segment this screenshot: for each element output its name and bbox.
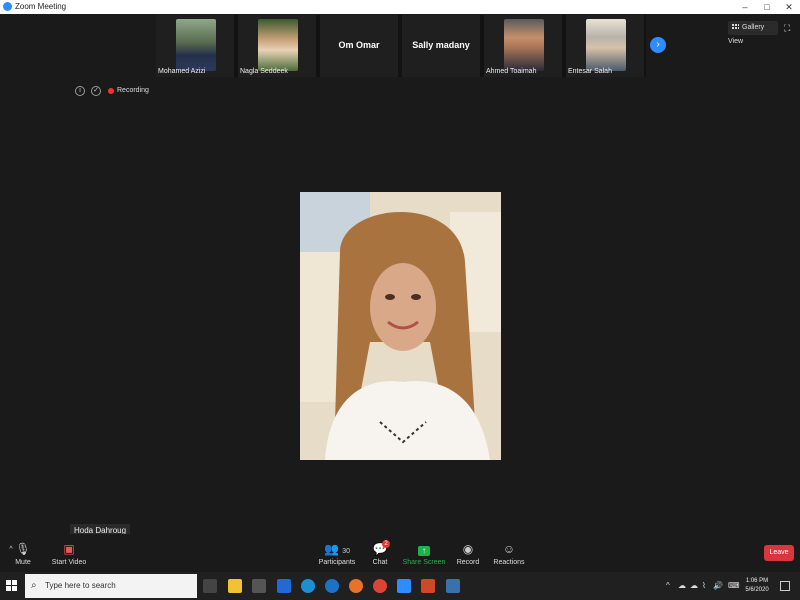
- participant-strip: Mohamed Azizi Nagla Seddeek Om Omar Sall…: [156, 15, 646, 77]
- taskbar-search-box[interactable]: ⌕ Type here to search: [25, 574, 197, 598]
- participant-tile[interactable]: Om Omar: [320, 15, 398, 77]
- participant-name: Om Omar: [338, 40, 380, 50]
- participant-tile[interactable]: Ahmed Toaimah: [484, 15, 562, 77]
- search-placeholder: Type here to search: [45, 581, 116, 590]
- mail-icon[interactable]: [277, 579, 291, 593]
- maximize-button[interactable]: □: [756, 0, 778, 14]
- chevron-up-icon: ^: [9, 546, 13, 553]
- store-icon[interactable]: [252, 579, 266, 593]
- ie-icon[interactable]: [325, 579, 339, 593]
- participants-count: 30: [342, 548, 351, 555]
- participant-video: [176, 19, 216, 71]
- firefox-icon[interactable]: [349, 579, 363, 593]
- reactions-label: Reactions: [493, 559, 525, 566]
- chat-badge: 2: [382, 540, 390, 548]
- video-off-icon: ▣: [63, 542, 75, 556]
- participant-name: Mohamed Azizi: [158, 68, 206, 75]
- reactions-icon: ☺: [502, 542, 516, 556]
- participant-name: Nagla Seddeek: [240, 68, 288, 75]
- chat-label: Chat: [372, 559, 388, 566]
- start-video-label: Start Video: [51, 559, 87, 566]
- next-page-button[interactable]: ›: [650, 37, 666, 53]
- record-label: Record: [456, 559, 480, 566]
- participant-name: Entesar Salah: [568, 68, 612, 75]
- info-icon[interactable]: i: [75, 86, 85, 96]
- meeting-toolbar: 🎙 Mute ^ ▣ Start Video 👥 30 Participants…: [0, 534, 800, 572]
- window-title: Zoom Meeting: [15, 2, 67, 11]
- grid-icon: [732, 23, 739, 31]
- participant-video: [504, 19, 544, 71]
- clock-time: 1:06 PM: [745, 578, 769, 584]
- title-bar: Zoom Meeting – □ ✕: [0, 0, 800, 14]
- taskbar: ⌕ Type here to search ^ ☁ ☁ ⌇ 🔊 ⌨ 1:06 P…: [0, 572, 800, 600]
- mute-label: Mute: [15, 559, 31, 566]
- task-view-icon[interactable]: [203, 579, 217, 593]
- speaker-photo: [300, 192, 501, 460]
- chevron-up-icon[interactable]: ^: [666, 581, 670, 590]
- active-speaker-video: [300, 192, 501, 460]
- start-video-button[interactable]: ▣ Start Video: [39, 542, 99, 566]
- participant-video: [586, 19, 626, 71]
- volume-icon[interactable]: 🔊: [713, 581, 723, 590]
- leave-button[interactable]: Leave: [764, 545, 794, 561]
- participant-tile[interactable]: Mohamed Azizi: [156, 15, 234, 77]
- cloud-icon[interactable]: ☁: [690, 581, 698, 590]
- clock-date: 5/6/2020: [745, 587, 769, 593]
- recording-dot-icon: [108, 88, 114, 94]
- fullscreen-button[interactable]: ⛶: [784, 24, 793, 33]
- wifi-icon[interactable]: ⌇: [702, 581, 706, 590]
- participant-tile[interactable]: Nagla Seddeek: [238, 15, 316, 77]
- audio-options-caret[interactable]: ^: [6, 546, 16, 553]
- zoom-taskbar-icon[interactable]: [397, 579, 411, 593]
- participant-name: Ahmed Toaimah: [486, 68, 537, 75]
- notifications-icon[interactable]: [780, 581, 790, 591]
- edge-icon[interactable]: [301, 579, 315, 593]
- recording-label: Recording: [117, 87, 149, 94]
- reactions-button[interactable]: ☺ Reactions: [479, 542, 539, 566]
- photos-icon[interactable]: [446, 579, 460, 593]
- participant-video: [258, 19, 298, 71]
- chrome-icon[interactable]: [373, 579, 387, 593]
- windows-start-icon[interactable]: [6, 580, 18, 592]
- participant-name: Sally madany: [412, 40, 470, 50]
- gallery-view-button[interactable]: Gallery View: [728, 21, 778, 45]
- zoom-logo-icon: [3, 2, 12, 11]
- minimize-button[interactable]: –: [734, 0, 756, 14]
- participant-tile[interactable]: Sally madany: [402, 15, 480, 77]
- taskbar-clock[interactable]: 1:06 PM 5/6/2020: [740, 577, 774, 595]
- powerpoint-icon[interactable]: [421, 579, 435, 593]
- onedrive-icon[interactable]: ☁: [678, 581, 686, 590]
- shield-icon[interactable]: ✓: [91, 86, 101, 96]
- participant-tile[interactable]: Entesar Salah: [566, 15, 644, 77]
- close-button[interactable]: ✕: [778, 0, 800, 14]
- search-icon: ⌕: [31, 580, 37, 591]
- keyboard-icon[interactable]: ⌨: [728, 581, 740, 590]
- file-explorer-icon[interactable]: [228, 579, 242, 593]
